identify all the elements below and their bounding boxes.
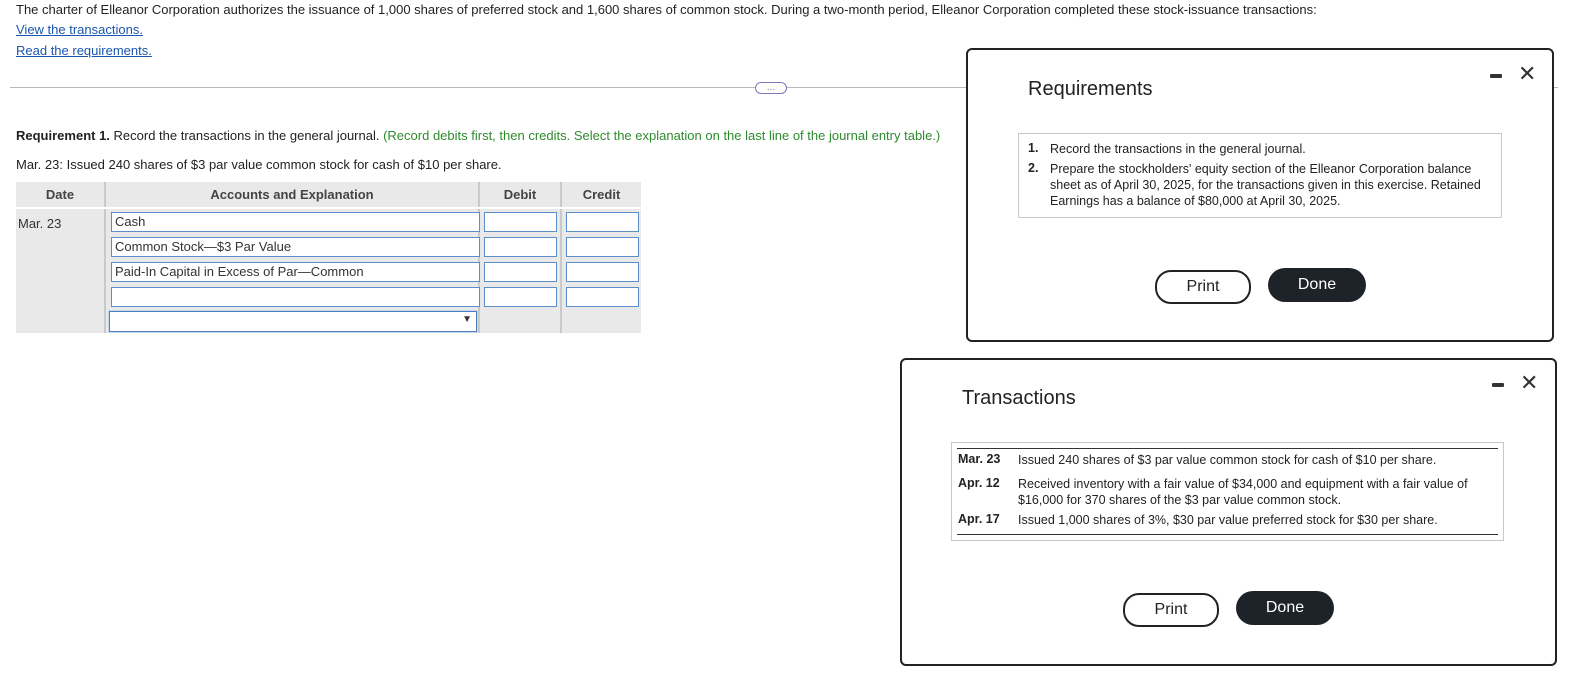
expand-more-button[interactable]: … [755, 82, 787, 94]
intro-text: The charter of Elleanor Corporation auth… [16, 2, 1317, 17]
requirement-text: Record the transactions in the general j… [1050, 142, 1306, 156]
explanation-select[interactable]: ▼ [109, 311, 477, 332]
transaction-date: Mar. 23 [958, 452, 1001, 466]
minimize-icon[interactable] [1490, 74, 1502, 78]
credit-field[interactable] [566, 287, 639, 307]
transactions-dialog: Transactions ✕ Mar. 23 Issued 240 shares… [900, 358, 1557, 666]
account-field[interactable] [111, 287, 480, 307]
view-transactions-link[interactable]: View the transactions. [16, 22, 143, 37]
column-separator [478, 182, 480, 333]
debit-field[interactable] [484, 237, 557, 257]
requirement-1-text: Record the transactions in the general j… [109, 128, 384, 143]
close-icon[interactable]: ✕ [1518, 63, 1536, 85]
debit-field[interactable] [484, 212, 557, 232]
requirement-1-instruction: Requirement 1. Record the transactions i… [16, 128, 940, 143]
transaction-text: Received inventory with a fair value of … [1018, 477, 1468, 507]
requirements-title: Requirements [1028, 78, 1153, 100]
requirement-text: Prepare the stockholders' equity section… [1050, 162, 1481, 208]
credit-field[interactable] [566, 212, 639, 232]
read-requirements-link[interactable]: Read the requirements. [16, 43, 152, 58]
requirement-number: 1. [1028, 141, 1039, 155]
date-header: Date [16, 182, 104, 207]
requirement-1-label: Requirement 1. [16, 128, 110, 143]
requirements-list: 1. Record the transactions in the genera… [1018, 133, 1502, 218]
done-button[interactable]: Done [1268, 268, 1366, 302]
print-button[interactable]: Print [1123, 593, 1219, 627]
list-top-rule [957, 448, 1498, 449]
transaction-text: Issued 240 shares of $3 par value common… [1018, 453, 1437, 467]
journal-table: Date Accounts and Explanation Debit Cred… [16, 182, 641, 333]
transaction-date: Apr. 17 [958, 512, 1000, 526]
requirement-number: 2. [1028, 161, 1039, 175]
transactions-list: Mar. 23 Issued 240 shares of $3 par valu… [951, 442, 1504, 541]
debit-field[interactable] [484, 287, 557, 307]
account-field[interactable]: Paid-In Capital in Excess of Par—Common [111, 262, 480, 282]
account-field[interactable]: Cash [111, 212, 480, 232]
header-separator [16, 207, 641, 209]
entry-description: Mar. 23: Issued 240 shares of $3 par val… [16, 157, 502, 172]
credit-field[interactable] [566, 237, 639, 257]
close-icon[interactable]: ✕ [1520, 372, 1538, 394]
credit-header: Credit [562, 182, 641, 207]
credit-field[interactable] [566, 262, 639, 282]
requirements-dialog: Requirements ✕ 1. Record the transaction… [966, 48, 1554, 342]
entry-date: Mar. 23 [18, 216, 62, 231]
done-button[interactable]: Done [1236, 591, 1334, 625]
requirement-1-hint: (Record debits first, then credits. Sele… [383, 128, 941, 143]
column-separator [104, 182, 106, 333]
column-separator [560, 182, 562, 333]
print-button[interactable]: Print [1155, 270, 1251, 304]
debit-field[interactable] [484, 262, 557, 282]
transaction-text: Issued 1,000 shares of 3%, $30 par value… [1018, 513, 1438, 527]
list-bottom-rule [957, 534, 1498, 535]
transaction-date: Apr. 12 [958, 476, 1000, 490]
debit-header: Debit [480, 182, 560, 207]
dropdown-arrow-icon: ▼ [462, 314, 472, 325]
minimize-icon[interactable] [1492, 383, 1504, 387]
account-field[interactable]: Common Stock—$3 Par Value [111, 237, 480, 257]
accounts-header: Accounts and Explanation [106, 182, 478, 207]
transactions-title: Transactions [962, 387, 1076, 409]
